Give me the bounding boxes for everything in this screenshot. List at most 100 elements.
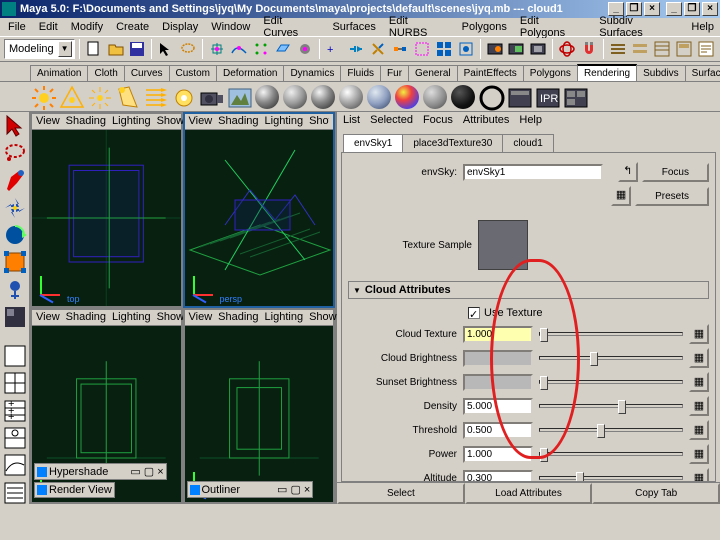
attr-slider[interactable] [539, 476, 683, 480]
object-mask-button[interactable] [456, 38, 476, 60]
layout-two-icon[interactable] [3, 426, 27, 449]
selection-mask-button[interactable] [412, 38, 432, 60]
menu-subdiv-surfaces[interactable]: Subdiv Surfaces [593, 14, 684, 40]
mode-combo[interactable]: Modeling▼ [4, 39, 75, 59]
focus-button[interactable]: Focus [642, 163, 709, 182]
attr-power-field[interactable] [463, 446, 533, 463]
ambient-light-icon[interactable] [58, 84, 84, 110]
attr-density-field[interactable] [463, 398, 533, 415]
last-tool-icon[interactable] [3, 305, 27, 328]
sun-light-icon[interactable] [30, 84, 56, 110]
hypershade-panel-label[interactable]: Hypershade▭ ▢ × [34, 463, 167, 480]
shelf-tab-rendering[interactable]: Rendering [577, 64, 637, 81]
single-view-icon[interactable] [3, 344, 27, 367]
viewport-front[interactable]: ViewShadingLightingShow Hypershade▭ ▢ × … [30, 308, 183, 504]
image-plane-icon[interactable] [226, 84, 252, 110]
child-restore-button[interactable]: ❐ [684, 2, 700, 16]
shader-black-icon[interactable] [450, 84, 476, 110]
component-mask-button[interactable] [434, 38, 454, 60]
attr-slider[interactable] [539, 404, 683, 408]
script-editor-button[interactable] [696, 38, 716, 60]
construction-history-button[interactable]: + [324, 38, 344, 60]
output-connections-button[interactable] [390, 38, 410, 60]
use-texture-checkbox[interactable]: ✓ [468, 307, 480, 319]
camera-icon[interactable] [198, 84, 224, 110]
lasso-tool-button[interactable] [178, 38, 198, 60]
shelf-tab-general[interactable]: General [408, 65, 458, 81]
shelf-tab-surfaces[interactable]: Surfaces [685, 65, 720, 81]
shelf-tab-cloth[interactable]: Cloth [87, 65, 124, 81]
shelf-tab-deformation[interactable]: Deformation [216, 65, 284, 81]
layout-stack-icon[interactable]: +++ [3, 399, 27, 422]
presets-button[interactable]: Presets [635, 187, 709, 206]
shader-ball-4-icon[interactable] [338, 84, 364, 110]
shelf-tab-fluids[interactable]: Fluids [340, 65, 381, 81]
point-light-icon[interactable] [86, 84, 112, 110]
layout-list-icon[interactable] [3, 481, 27, 504]
shelf-tab-animation[interactable]: Animation [30, 65, 88, 81]
shader-ball-5-icon[interactable] [366, 84, 392, 110]
shelf-tab-dynamics[interactable]: Dynamics [283, 65, 341, 81]
batch-render-icon[interactable] [562, 84, 588, 110]
menu-edit-nurbs[interactable]: Edit NURBS [383, 14, 455, 40]
shader-ball-1-icon[interactable] [254, 84, 280, 110]
new-scene-button[interactable] [84, 38, 104, 60]
child-close-button[interactable]: × [702, 2, 718, 16]
shader-ring-icon[interactable] [478, 84, 504, 110]
shelf-tab-painteffects[interactable]: PaintEffects [457, 65, 524, 81]
attr-slider[interactable] [539, 332, 683, 336]
viewport-persp[interactable]: ViewShadingLightingShow persp [183, 112, 336, 308]
shelf-tab-fur[interactable]: Fur [380, 65, 409, 81]
shader-ball-2-icon[interactable] [282, 84, 308, 110]
snap-point-button[interactable] [251, 38, 271, 60]
menu-display[interactable]: Display [156, 20, 204, 34]
cloud-attributes-section[interactable]: ▼Cloud Attributes [348, 281, 709, 299]
menu-window[interactable]: Window [205, 20, 256, 34]
shader-ramp-icon[interactable] [394, 84, 420, 110]
ipr-button[interactable] [507, 38, 527, 60]
ipr-view-icon[interactable]: IPR [534, 84, 560, 110]
select-button[interactable]: Select [337, 483, 465, 504]
rotate-tool-icon[interactable] [3, 223, 27, 246]
hypershade-button[interactable] [557, 38, 577, 60]
ae-tab-place3dtexture30[interactable]: place3dTexture30 [402, 134, 503, 152]
ae-menu-help[interactable]: Help [519, 114, 542, 128]
select-tool-button[interactable] [156, 38, 176, 60]
menu-file[interactable]: File [2, 20, 32, 34]
go-back-button[interactable]: ↰ [618, 162, 638, 182]
menu-edit-polygons[interactable]: Edit Polygons [514, 14, 592, 40]
attr-altitude-field[interactable] [463, 470, 533, 483]
cycle-history-button[interactable] [368, 38, 388, 60]
layout-curve-icon[interactable] [3, 453, 27, 476]
open-button[interactable] [106, 38, 126, 60]
snap-live-button[interactable] [295, 38, 315, 60]
shader-ball-3-icon[interactable] [310, 84, 336, 110]
render-button[interactable] [485, 38, 505, 60]
attr-map-button[interactable]: ▦ [689, 396, 709, 416]
shelf-tab-curves[interactable]: Curves [124, 65, 170, 81]
menu-edit-curves[interactable]: Edit Curves [257, 14, 325, 40]
ae-tab-cloud1[interactable]: cloud1 [502, 134, 553, 152]
move-tool-icon[interactable] [3, 196, 27, 219]
snap-curve-button[interactable] [229, 38, 249, 60]
shelf-tab-polygons[interactable]: Polygons [523, 65, 578, 81]
lasso-tool-icon[interactable] [3, 141, 27, 164]
attr-slider[interactable] [539, 428, 683, 432]
paint-select-icon[interactable] [3, 169, 27, 192]
attr-slider[interactable] [539, 356, 683, 360]
copy-tab-button[interactable]: Copy Tab [592, 483, 720, 504]
menu-polygons[interactable]: Polygons [456, 20, 513, 34]
ae-menu-attributes[interactable]: Attributes [463, 114, 509, 128]
menu-surfaces[interactable]: Surfaces [326, 20, 381, 34]
shader-ball-6-icon[interactable] [422, 84, 448, 110]
ae-menu-list[interactable]: List [343, 114, 360, 128]
layout-button[interactable] [608, 38, 628, 60]
viewport-top[interactable]: ViewShadingLightingShow top [30, 112, 183, 308]
ae-button[interactable] [674, 38, 694, 60]
snap-plane-button[interactable] [273, 38, 293, 60]
renderview-panel-label[interactable]: Render View [34, 482, 115, 498]
attr-cloud-texture-field[interactable] [463, 326, 533, 343]
ae-tab-envsky1[interactable]: envSky1 [343, 134, 403, 152]
attr-map-button[interactable]: ▦ [689, 372, 709, 392]
save-button[interactable] [128, 38, 148, 60]
